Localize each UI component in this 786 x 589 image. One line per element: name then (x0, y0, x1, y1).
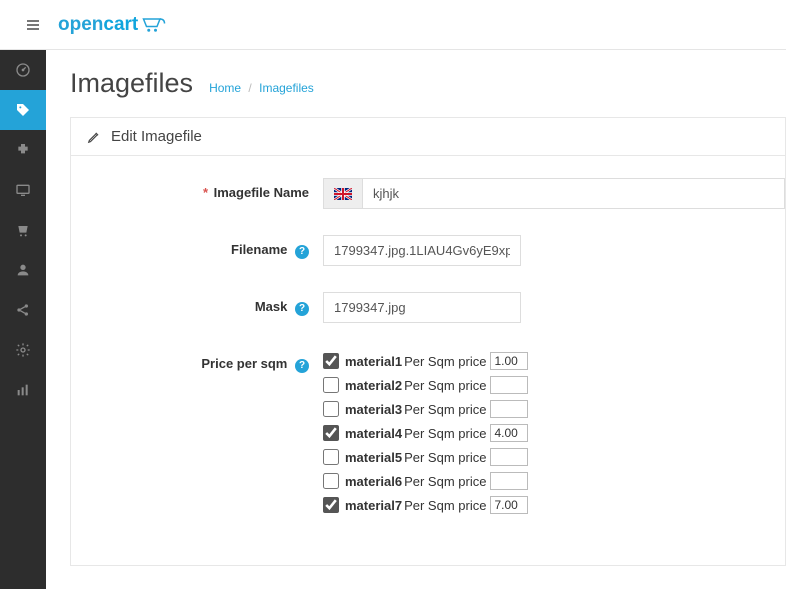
sidebar (0, 50, 46, 589)
label-mask: Mask ? (71, 292, 323, 316)
panel: Edit Imagefile * Imagefile Name Filename… (70, 117, 786, 566)
filename-input[interactable] (323, 235, 521, 266)
material-checkbox[interactable] (323, 353, 339, 369)
panel-heading: Edit Imagefile (71, 118, 785, 156)
material-checkbox[interactable] (323, 377, 339, 393)
material-checkbox[interactable] (323, 497, 339, 513)
material-checkbox[interactable] (323, 425, 339, 441)
material-suffix: Per Sqm price (404, 498, 486, 513)
material-price-input[interactable] (490, 352, 528, 370)
breadcrumb-current[interactable]: Imagefiles (259, 81, 314, 95)
material-suffix: Per Sqm price (404, 354, 486, 369)
label-filename: Filename ? (71, 235, 323, 259)
flag-gb-icon (334, 188, 352, 200)
material-name: material6 (345, 474, 402, 489)
sidebar-system-icon[interactable] (0, 330, 46, 370)
sidebar-design-icon[interactable] (0, 170, 46, 210)
help-icon[interactable]: ? (295, 245, 309, 259)
material-row: material3 Per Sqm price (323, 397, 785, 421)
sidebar-customers-icon[interactable] (0, 250, 46, 290)
sidebar-catalog-icon[interactable] (0, 90, 46, 130)
imagefile-name-input[interactable] (363, 178, 785, 209)
material-checkbox[interactable] (323, 449, 339, 465)
material-row: material7 Per Sqm price (323, 493, 785, 517)
material-checkbox[interactable] (323, 401, 339, 417)
material-price-input[interactable] (490, 496, 528, 514)
breadcrumb-home[interactable]: Home (209, 81, 241, 95)
page-title: Imagefiles (70, 68, 193, 99)
material-suffix: Per Sqm price (404, 378, 486, 393)
material-price-input[interactable] (490, 448, 528, 466)
sidebar-share-icon[interactable] (0, 290, 46, 330)
material-row: material6 Per Sqm price (323, 469, 785, 493)
panel-title: Edit Imagefile (111, 128, 202, 145)
material-name: material5 (345, 450, 402, 465)
material-suffix: Per Sqm price (404, 426, 486, 441)
material-name: material3 (345, 402, 402, 417)
material-name: material1 (345, 354, 402, 369)
help-icon[interactable]: ? (295, 302, 309, 316)
label-price-per-sqm: Price per sqm ? (71, 349, 323, 373)
material-price-input[interactable] (490, 472, 528, 490)
help-icon[interactable]: ? (295, 359, 309, 373)
mask-input[interactable] (323, 292, 521, 323)
sidebar-sales-icon[interactable] (0, 210, 46, 250)
sidebar-reports-icon[interactable] (0, 370, 46, 410)
pencil-icon (87, 130, 101, 144)
material-checkbox[interactable] (323, 473, 339, 489)
material-suffix: Per Sqm price (404, 474, 486, 489)
breadcrumb: Home / Imagefiles (209, 81, 314, 95)
material-price-input[interactable] (490, 376, 528, 394)
material-price-input[interactable] (490, 400, 528, 418)
material-suffix: Per Sqm price (404, 402, 486, 417)
material-row: material1 Per Sqm price (323, 349, 785, 373)
menu-toggle[interactable] (14, 6, 52, 44)
material-row: material4 Per Sqm price (323, 421, 785, 445)
material-price-input[interactable] (490, 424, 528, 442)
label-imagefile-name: * Imagefile Name (71, 178, 323, 200)
logo[interactable]: opencart (58, 14, 172, 36)
material-suffix: Per Sqm price (404, 450, 486, 465)
material-row: material5 Per Sqm price (323, 445, 785, 469)
material-name: material2 (345, 378, 402, 393)
material-row: material2 Per Sqm price (323, 373, 785, 397)
material-name: material7 (345, 498, 402, 513)
material-name: material4 (345, 426, 402, 441)
sidebar-dashboard-icon[interactable] (0, 50, 46, 90)
language-flag (323, 178, 363, 209)
sidebar-extensions-icon[interactable] (0, 130, 46, 170)
